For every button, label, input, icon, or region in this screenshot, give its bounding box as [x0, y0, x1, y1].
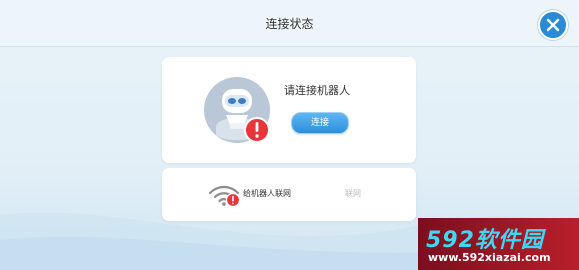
watermark: 592软件园 www.592xiazai.com	[418, 218, 579, 270]
close-button[interactable]	[538, 10, 568, 40]
network-label: 给机器人联网	[243, 189, 291, 198]
connect-robot-label: 请连接机器人	[284, 84, 350, 97]
top-bar: 连接状态	[0, 0, 579, 47]
robot-connection-card: 请连接机器人 连接	[162, 57, 416, 163]
watermark-brand: 592软件园	[426, 228, 544, 253]
watermark-url: www.592xiazai.com	[428, 251, 551, 264]
network-card: 给机器人联网 联网	[162, 168, 416, 221]
connect-button[interactable]: 连接	[291, 112, 349, 134]
network-button[interactable]: 联网	[345, 188, 361, 199]
warning-icon	[244, 117, 270, 143]
close-icon	[546, 18, 560, 32]
warning-icon	[225, 192, 240, 208]
wifi-icon	[208, 185, 240, 208]
page-title: 连接状态	[265, 17, 314, 31]
robot-icon	[204, 77, 270, 143]
